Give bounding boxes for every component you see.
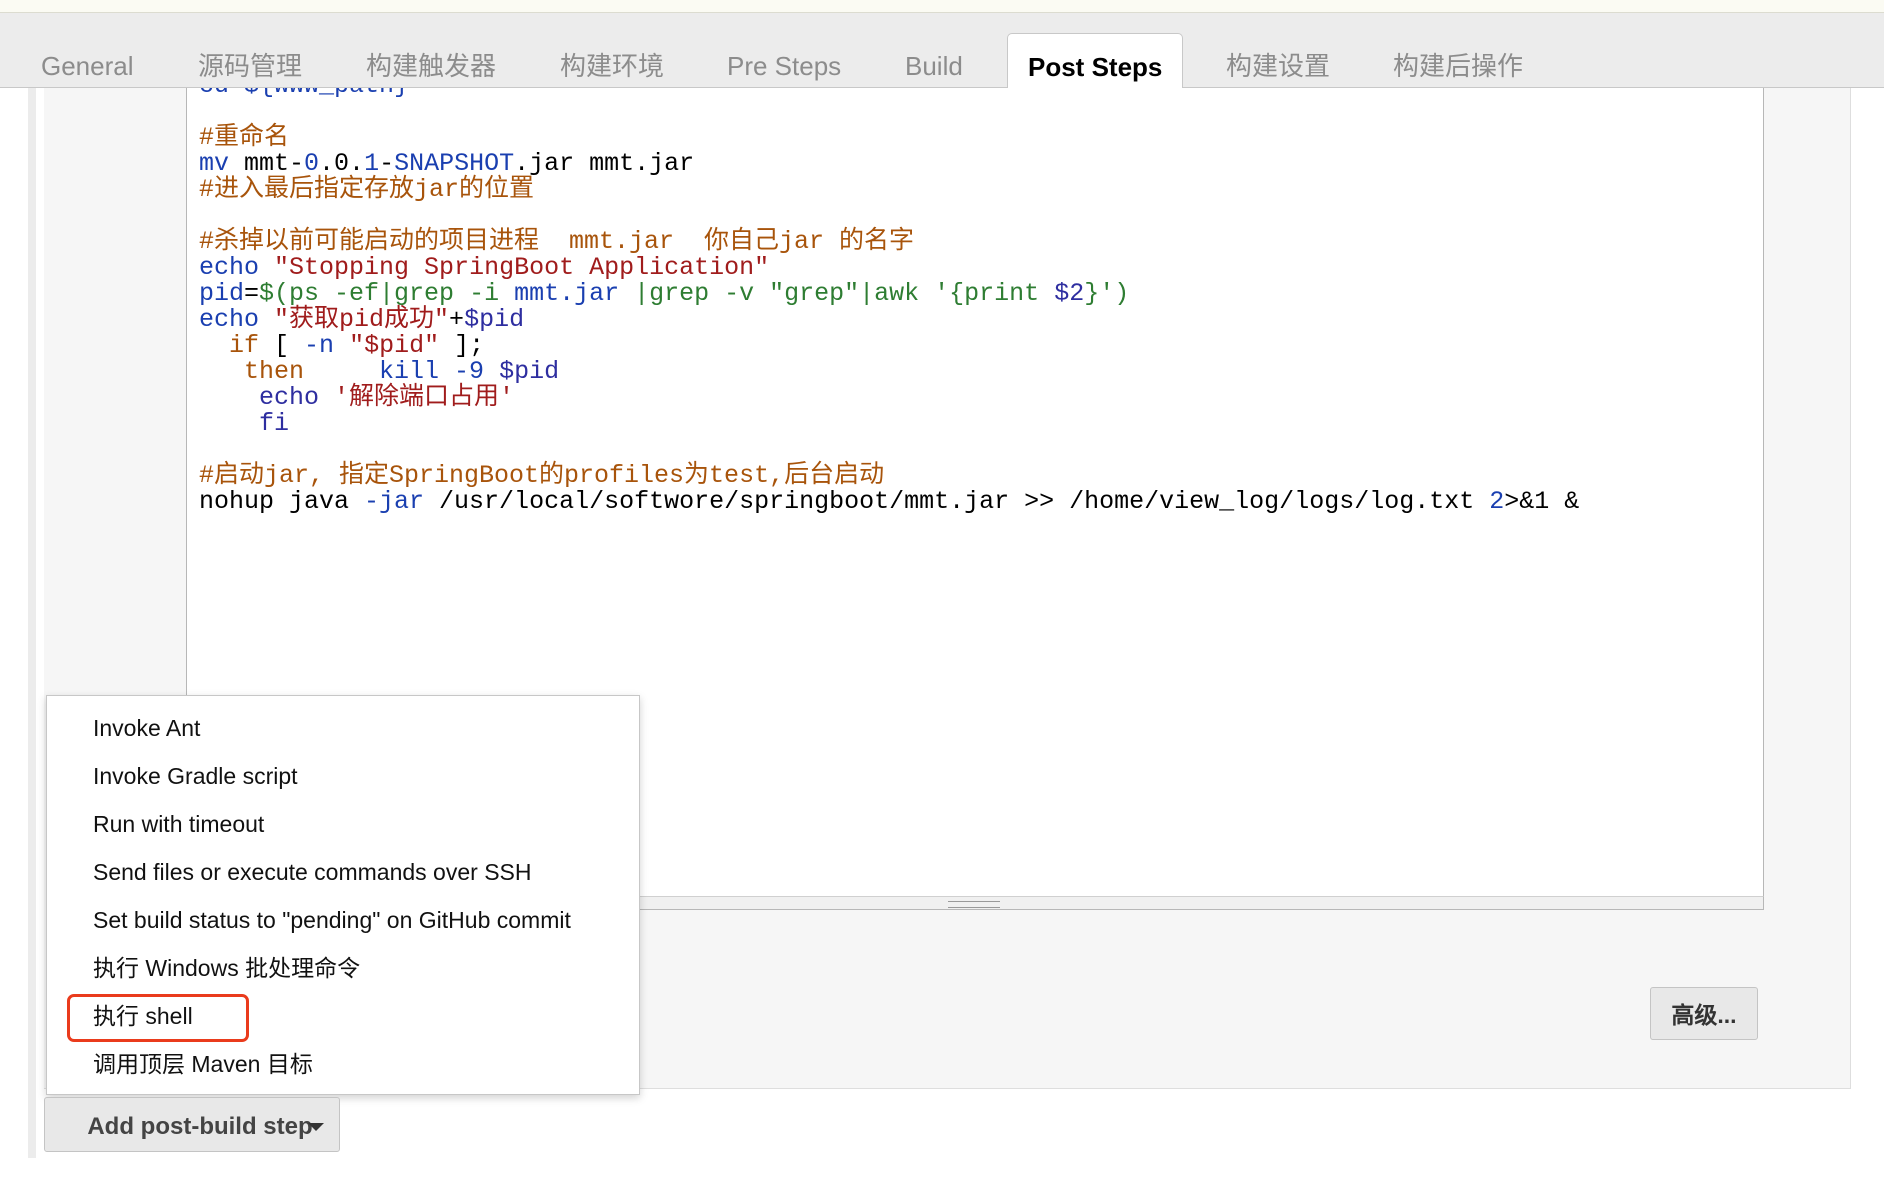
code-line: #启动jar, 指定SpringBoot的profiles为test,后台启动 <box>199 463 1579 489</box>
code-token: '解除端口占用' <box>334 383 515 412</box>
code-line: echo '解除端口占用' <box>199 385 1579 411</box>
code-token: '{print <box>934 279 1055 308</box>
code-token: + <box>449 305 465 334</box>
code-token: 2 <box>1489 487 1505 516</box>
code-token: SNAPSHOT <box>394 149 515 178</box>
add-post-build-step-button[interactable]: Add post-build step <box>44 1097 340 1152</box>
add-post-build-step-label: Add post-build step <box>87 1113 313 1140</box>
shell-highlight-box <box>67 994 249 1042</box>
code-line: then kill -9 $pid <box>199 359 1579 385</box>
code-token: echo <box>259 383 320 412</box>
code-token: mv <box>199 149 230 178</box>
menu-item-send-over-ssh[interactable]: Send files or execute commands over SSH <box>93 848 531 896</box>
code-token: >&1 & <box>1504 487 1580 516</box>
menu-item-invoke-ant[interactable]: Invoke Ant <box>93 704 200 752</box>
code-token: echo <box>199 253 260 282</box>
advanced-button[interactable]: 高级... <box>1650 987 1758 1040</box>
code-token: if <box>229 331 260 360</box>
code-line: nohup java -jar /usr/local/softwore/spri… <box>199 489 1579 515</box>
code-token: #杀掉以前可能启动的项目进程 mmt.jar 你自己jar 的名字 <box>199 227 915 256</box>
code-token: $2 <box>1054 279 1085 308</box>
code-token: #启动jar, 指定SpringBoot的profiles为test,后台启动 <box>199 461 885 490</box>
code-token: 0 <box>304 149 320 178</box>
top-strip <box>0 0 1884 13</box>
code-token: nohup java <box>199 487 365 516</box>
code-token: -n <box>304 331 335 360</box>
code-token: mmt.jar <box>514 279 620 308</box>
code-token: .jar mmt.jar <box>514 149 695 178</box>
code-token: "Stopping SpringBoot Application" <box>274 253 770 282</box>
code-token: $(ps -ef|grep -i <box>259 279 515 308</box>
code-token: kill -9 <box>379 357 485 386</box>
code-line: echo "获取pid成功"+$pid <box>199 307 1579 333</box>
code-token: fi <box>259 409 290 438</box>
code-token: echo <box>199 305 260 334</box>
code-token: $pid <box>464 305 525 334</box>
code-token: [ <box>259 331 305 360</box>
left-rail <box>28 88 36 1158</box>
code-line: fi <box>199 411 1579 437</box>
code-line: if [ -n "$pid" ]; <box>199 333 1579 359</box>
code-token: |awk <box>859 279 935 308</box>
code-token: ]; <box>439 331 485 360</box>
post-build-step-menu: Invoke Ant Invoke Gradle script Run with… <box>46 695 640 1095</box>
menu-item-github-pending[interactable]: Set build status to "pending" on GitHub … <box>93 896 571 944</box>
menu-item-run-with-timeout[interactable]: Run with timeout <box>93 800 264 848</box>
code-token: cd ${www_path} <box>199 88 409 100</box>
code-token: #重命名 <box>199 123 290 152</box>
code-token: $pid <box>499 357 560 386</box>
code-token: pid <box>199 279 245 308</box>
code-token: = <box>244 279 260 308</box>
code-token: "$pid" <box>349 331 440 360</box>
code-token: "grep" <box>769 279 860 308</box>
resize-grip-icon[interactable] <box>948 901 1000 908</box>
menu-item-maven-targets[interactable]: 调用顶层 Maven 目标 <box>93 1040 313 1088</box>
code-line: #进入最后指定存放jar的位置 <box>199 177 1579 203</box>
code-token: then <box>244 357 305 386</box>
caret-down-icon <box>308 1123 324 1131</box>
code-token: /usr/local/softwore/springboot/mmt.jar >… <box>424 487 1490 516</box>
code-token: 1 <box>364 149 380 178</box>
shell-script-code[interactable]: cd ${www_path} #重命名mv mmt-0.0.1-SNAPSHOT… <box>199 88 1579 515</box>
code-token: "获取pid成功" <box>274 305 450 334</box>
code-line: pid=$(ps -ef|grep -i mmt.jar |grep -v "g… <box>199 281 1579 307</box>
code-token: - <box>379 149 395 178</box>
code-line: echo "Stopping SpringBoot Application" <box>199 255 1579 281</box>
code-token: |grep -v <box>619 279 770 308</box>
code-line: cd ${www_path} <box>199 88 1579 99</box>
code-token: -jar <box>364 487 425 516</box>
code-line: mv mmt-0.0.1-SNAPSHOT.jar mmt.jar <box>199 151 1579 177</box>
code-line: #重命名 <box>199 125 1579 151</box>
code-token: #进入最后指定存放jar的位置 <box>199 175 535 204</box>
menu-item-windows-batch[interactable]: 执行 Windows 批处理命令 <box>93 944 360 992</box>
code-token: mmt- <box>229 149 305 178</box>
menu-item-invoke-gradle[interactable]: Invoke Gradle script <box>93 752 298 800</box>
config-tab-bar: General 源码管理 构建触发器 构建环境 Pre Steps Build … <box>0 13 1884 102</box>
code-token: }') <box>1084 279 1130 308</box>
code-token: .0. <box>319 149 365 178</box>
code-line: #杀掉以前可能启动的项目进程 mmt.jar 你自己jar 的名字 <box>199 229 1579 255</box>
